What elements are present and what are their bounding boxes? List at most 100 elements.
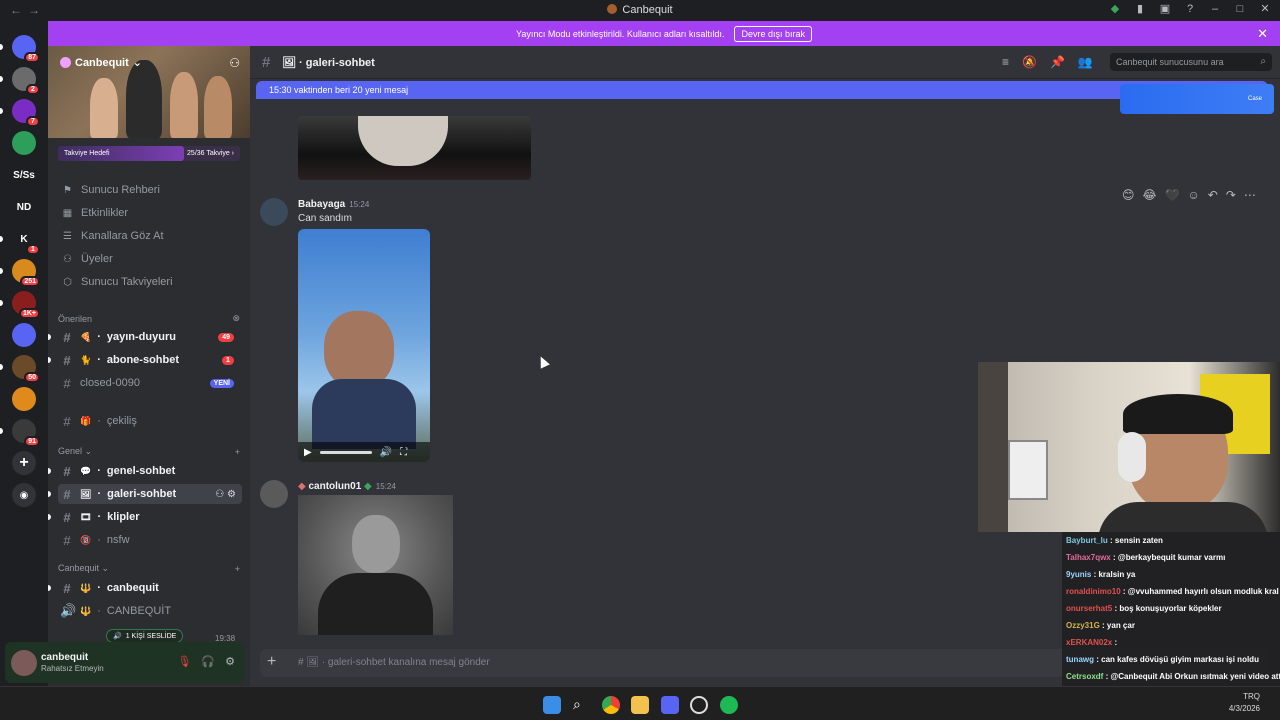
channel-nsfw[interactable]: # 🔞 · nsfw bbox=[58, 530, 242, 550]
message-author[interactable]: ◆ cantolun01 ◆ 15:24 bbox=[298, 481, 396, 492]
add-channel-icon[interactable]: + bbox=[235, 564, 240, 574]
separator: · bbox=[97, 488, 102, 500]
inbox-icon[interactable]: ▣ bbox=[1158, 2, 1172, 16]
category-genel[interactable]: Genel ⌄ + bbox=[58, 446, 240, 457]
app-icon[interactable] bbox=[690, 696, 708, 714]
server-icon[interactable]: S/Ss bbox=[12, 163, 36, 187]
channel-yayın-duyuru[interactable]: # 🍕 · yayın-duyuru 49 bbox=[48, 327, 242, 347]
message-image[interactable] bbox=[298, 495, 453, 635]
pin-icon[interactable]: 📌 bbox=[1050, 55, 1065, 69]
unread-pill bbox=[0, 108, 3, 114]
chat-user: onurserhat5 bbox=[1066, 604, 1113, 613]
folder-icon[interactable] bbox=[631, 696, 649, 714]
hashtag-icon: # bbox=[63, 413, 71, 429]
menu-item[interactable]: ⚇ Üyeler bbox=[62, 249, 242, 269]
mute-icon[interactable]: 🎙 bbox=[177, 655, 191, 668]
headphones-icon[interactable]: 🎧 bbox=[201, 655, 215, 668]
server-header[interactable]: Canbequit ⌄ ⚇ bbox=[48, 46, 250, 138]
search-icon: ⌕ bbox=[1260, 56, 1266, 67]
menu-item[interactable]: ⚑ Sunucu Rehberi bbox=[62, 180, 242, 200]
windows-start-icon[interactable] bbox=[543, 696, 561, 714]
channel-canbequit[interactable]: # 🔱 · canbequit bbox=[48, 578, 242, 598]
help-icon[interactable]: ? bbox=[1183, 2, 1197, 16]
menu-item[interactable]: ⬡ Sunucu Takviyeleri bbox=[62, 272, 242, 292]
chat-user: xERKAN02x bbox=[1066, 638, 1113, 647]
server-icon[interactable]: 50 bbox=[12, 355, 40, 383]
channel-genel-sohbet[interactable]: # 💬 · genel-sohbet bbox=[48, 461, 242, 481]
threads-icon[interactable]: ≡ bbox=[1002, 55, 1009, 69]
server-icon[interactable]: 91 bbox=[12, 419, 40, 447]
hashtag-icon: # bbox=[63, 486, 71, 502]
add-attachment-icon[interactable]: + bbox=[267, 653, 276, 671]
minimize-icon[interactable]: – bbox=[1208, 2, 1222, 16]
reply-icon[interactable]: ↶ bbox=[1208, 188, 1218, 202]
chrome-icon[interactable] bbox=[602, 696, 620, 714]
notifications-icon[interactable]: 🔕 bbox=[1022, 55, 1037, 69]
channel-abone-sohbet[interactable]: # 🐈 · abone-sohbet 1 bbox=[48, 350, 242, 370]
server-icon[interactable] bbox=[12, 131, 36, 155]
unread-indicator bbox=[48, 468, 51, 474]
close-window-icon[interactable]: ✕ bbox=[1258, 2, 1272, 16]
maximize-icon[interactable]: □ bbox=[1233, 2, 1247, 16]
avatar[interactable] bbox=[260, 198, 288, 226]
more-icon[interactable]: ⋯ bbox=[1244, 188, 1256, 202]
avatar[interactable] bbox=[11, 650, 37, 676]
bookmark-icon[interactable]: ▮ bbox=[1133, 2, 1147, 16]
discover-icon[interactable]: ◉ bbox=[12, 483, 36, 507]
emoji-icon[interactable]: 😂 bbox=[1143, 188, 1157, 202]
server-icon[interactable]: ND bbox=[12, 195, 36, 219]
server-icon[interactable]: 1K+ bbox=[12, 291, 40, 319]
video-progress[interactable] bbox=[319, 450, 372, 454]
fullscreen-icon[interactable]: ⛶ bbox=[400, 447, 407, 458]
chat-line: ronaldinimo10 : @vvuhammed hayırlı olsun… bbox=[1066, 583, 1280, 600]
add-reaction-icon[interactable]: ☺ bbox=[1188, 188, 1200, 202]
forward-icon[interactable]: ↷ bbox=[1226, 188, 1236, 202]
category-onerilen[interactable]: Önerilen ⊗ bbox=[58, 313, 240, 324]
boost-goal-bar[interactable]: Takviye Hedefi 25/36 Takviye › bbox=[58, 146, 240, 161]
channel-closed-0090[interactable]: # closed-0090 YENİ bbox=[58, 373, 242, 393]
chat-message: : yan çar bbox=[1102, 621, 1135, 630]
channel-settings-icon[interactable]: ⚇ ⚙ bbox=[215, 489, 236, 500]
members-icon[interactable]: 👥 bbox=[1078, 55, 1093, 69]
new-messages-bar[interactable]: 15:30 vaktinden beri 20 yeni mesaj bbox=[256, 81, 1268, 99]
channel-klipler[interactable]: # 🎞 · klipler bbox=[48, 507, 242, 527]
channel-galeri-sohbet[interactable]: # 🖼 · galeri-sohbet ⚇ ⚙ bbox=[48, 484, 242, 504]
video-attachment[interactable]: ▶ 🔊 ⛶ bbox=[298, 229, 430, 462]
disable-streamer-mode-button[interactable]: Devre dışı bırak bbox=[734, 25, 812, 42]
message-author[interactable]: Babayaga 15:24 bbox=[298, 199, 369, 210]
play-icon[interactable]: ▶ bbox=[304, 447, 312, 458]
unread-pill bbox=[0, 76, 3, 82]
server-icon[interactable] bbox=[12, 323, 36, 347]
server-icon[interactable]: 2 bbox=[12, 67, 40, 95]
nitro-icon[interactable]: ◆ bbox=[1108, 2, 1122, 16]
server-icon[interactable]: 251 bbox=[12, 259, 40, 287]
add-channel-icon[interactable]: + bbox=[235, 447, 240, 457]
emoji-icon[interactable]: 😊 bbox=[1122, 188, 1135, 202]
menu-item[interactable]: ☰ Kanallara Göz At bbox=[62, 226, 242, 246]
close-icon[interactable]: ✕ bbox=[1257, 26, 1268, 42]
badge-icon: ◆ bbox=[364, 481, 372, 492]
menu-item[interactable]: ▦ Etkinlikler bbox=[62, 203, 242, 223]
server-icon[interactable]: 7 bbox=[12, 99, 40, 127]
server-icon[interactable]: K1 bbox=[12, 227, 40, 255]
search-input[interactable]: Canbequit sunucusunu ara ⌕ bbox=[1110, 53, 1272, 71]
search-icon[interactable]: ⌕ bbox=[573, 696, 591, 714]
channel-CANBEQUİT[interactable]: 🔊 🔱 · CANBEQUİT bbox=[58, 601, 242, 621]
voice-tooltip[interactable]: 🔊 1 KİŞİ SESLİDE bbox=[106, 629, 184, 643]
server-icon[interactable] bbox=[12, 387, 36, 411]
add-server-icon[interactable]: + bbox=[12, 451, 36, 475]
avatar[interactable] bbox=[260, 480, 288, 508]
unread-pill bbox=[0, 44, 3, 50]
message-image[interactable] bbox=[298, 116, 531, 180]
discord-home-icon[interactable]: 87 bbox=[12, 35, 40, 63]
volume-icon[interactable]: 🔊 bbox=[380, 447, 392, 458]
spotify-icon[interactable] bbox=[720, 696, 738, 714]
webcam-overlay bbox=[978, 362, 1280, 532]
dismiss-icon[interactable]: ⊗ bbox=[232, 313, 240, 324]
category-canbequit[interactable]: Canbequit ⌄ + bbox=[58, 563, 240, 574]
discord-icon[interactable] bbox=[661, 696, 679, 714]
heart-icon[interactable]: 🖤 bbox=[1165, 188, 1180, 202]
gear-icon[interactable]: ⚙ bbox=[225, 655, 235, 668]
channel-cekilis[interactable]: # 🎁 · çekiliş bbox=[58, 411, 242, 431]
invite-icon[interactable]: ⚇ bbox=[229, 56, 240, 70]
